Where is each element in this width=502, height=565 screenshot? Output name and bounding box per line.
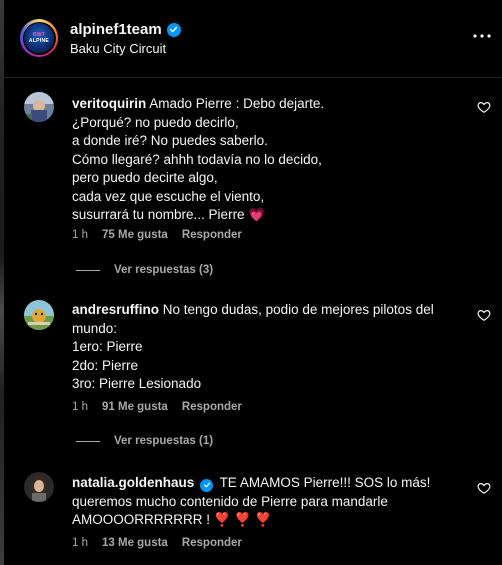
verified-badge-icon — [200, 478, 214, 492]
avatar-logo-text-mid: ALPINE — [28, 38, 50, 44]
post-header: BWT ALPINE alpinef1team Baku City Circui… — [0, 0, 502, 78]
comment-time: 1 h — [72, 537, 88, 549]
reply-button[interactable]: Responder — [182, 401, 242, 413]
comment-username[interactable]: veritoquirin — [72, 96, 146, 111]
account-username-row: alpinef1team — [70, 21, 181, 38]
comment-body: natalia.goldenhaus TE AMAMOS Pierre!!! S… — [72, 474, 457, 530]
instagram-post-comments: BWT ALPINE alpinef1team Baku City Circui… — [0, 0, 502, 565]
view-replies-line — [76, 440, 100, 442]
post-location[interactable]: Baku City Circuit — [70, 41, 166, 56]
background-image-edge — [0, 0, 4, 565]
comment-likes[interactable]: 13 Me gusta — [102, 537, 168, 549]
view-replies-label: Ver respuestas (1) — [114, 435, 214, 447]
reply-button[interactable]: Responder — [182, 537, 242, 549]
comment-username[interactable]: natalia.goldenhaus — [72, 475, 194, 490]
comment-likes[interactable]: 75 Me gusta — [102, 229, 168, 241]
comment-time: 1 h — [72, 401, 88, 413]
reply-button[interactable]: Responder — [182, 229, 242, 241]
comment-meta: 1 h 13 Me gusta Responder — [72, 537, 242, 549]
verified-badge-icon — [166, 22, 181, 37]
comment-body: andresruffino No tengo dudas, podio de m… — [72, 301, 457, 394]
comment-likes[interactable]: 91 Me gusta — [102, 401, 168, 413]
comment-meta: 1 h 91 Me gusta Responder — [72, 401, 242, 413]
more-options-icon[interactable] — [472, 26, 492, 46]
comment-body: veritoquirin Amado Pierre : Debo dejarte… — [72, 95, 457, 225]
comment-text: Amado Pierre : Debo dejarte. ¿Porqué? no… — [72, 96, 325, 222]
account-username[interactable]: alpinef1team — [70, 21, 162, 38]
comment-time: 1 h — [72, 229, 88, 241]
view-replies-label: Ver respuestas (3) — [114, 264, 214, 276]
view-replies-button[interactable]: Ver respuestas (3) — [76, 264, 213, 276]
view-replies-button[interactable]: Ver respuestas (1) — [76, 435, 213, 447]
account-avatar[interactable]: BWT ALPINE — [20, 19, 58, 57]
heart-outline-icon[interactable] — [477, 308, 491, 322]
view-replies-line — [76, 269, 100, 271]
heart-outline-icon[interactable] — [477, 100, 491, 114]
comment-username[interactable]: andresruffino — [72, 302, 159, 317]
comment-avatar[interactable] — [24, 300, 54, 330]
comment-avatar[interactable] — [24, 472, 54, 502]
comment-avatar[interactable] — [24, 92, 54, 122]
comment-meta: 1 h 75 Me gusta Responder — [72, 229, 242, 241]
heart-outline-icon[interactable] — [477, 481, 491, 495]
